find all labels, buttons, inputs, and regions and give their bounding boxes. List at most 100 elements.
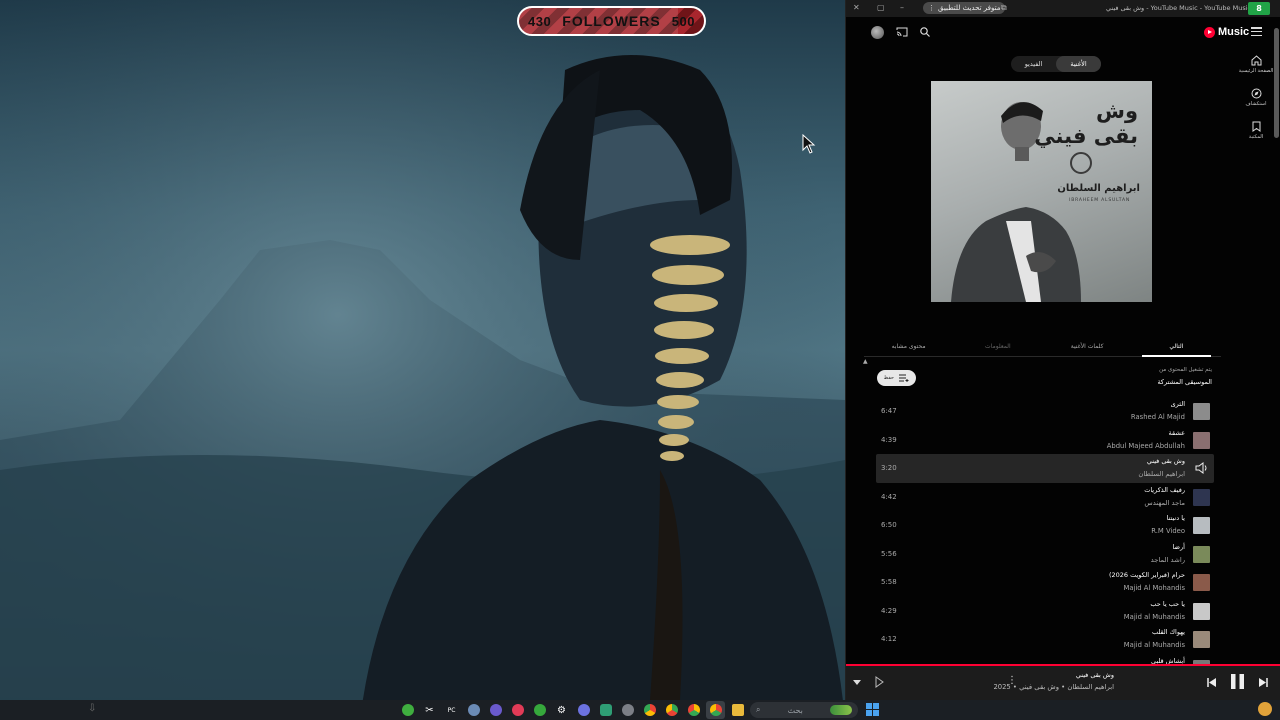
queue-row[interactable]: 4:29 يا حب يا حب Majid al Muhandis — [876, 597, 1214, 626]
tab-related[interactable]: محتوى مشابه — [864, 337, 953, 356]
side-navigation: الصفحة الرئيسية استكشاف المكتبة — [1238, 55, 1274, 154]
discord-icon[interactable] — [574, 701, 593, 719]
toggle-video[interactable]: الفيديو — [1011, 56, 1056, 72]
playlist-add-icon — [899, 374, 909, 382]
cast-icon[interactable] — [896, 26, 908, 38]
nav-library[interactable]: المكتبة — [1238, 121, 1274, 154]
tab-info[interactable]: المعلومات — [953, 337, 1042, 356]
queue-thumbnail[interactable] — [1193, 403, 1210, 420]
media-icon[interactable] — [618, 701, 637, 719]
taskbar-search-icon: ⌕ — [756, 705, 761, 714]
nav-library-label: المكتبة — [1248, 134, 1264, 140]
queue-thumbnail[interactable] — [1193, 517, 1210, 534]
maximize-window-icon[interactable]: ▢ — [877, 3, 885, 12]
queue-title: يا حب يا حب — [1150, 599, 1185, 608]
queue-title: يهواك القلب — [1151, 628, 1185, 636]
update-app-button[interactable]: ⋮ متوفر تحديث للتطبيق — [923, 2, 1006, 14]
queue-thumbnail[interactable] — [1193, 631, 1210, 648]
install-app-icon[interactable]: ⧉ — [1001, 3, 1007, 13]
xbox-app-icon[interactable] — [530, 701, 549, 719]
queue-row[interactable]: 4:12 يهواك القلب Majid al Muhandis — [876, 625, 1214, 654]
cutter-icon[interactable]: ✂ — [420, 701, 439, 719]
file-explorer-icon[interactable] — [728, 701, 747, 719]
playing-from-label: يتم تشغيل المحتوى من — [1159, 367, 1212, 373]
ytmusic-logo[interactable]: Music — [1204, 26, 1249, 38]
chrome-icon-active[interactable] — [706, 701, 725, 719]
queue-title: حرام (فبراير الكويت 2026) — [1108, 571, 1185, 579]
toggle-song[interactable]: الأغنية — [1056, 56, 1101, 72]
expand-player-icon[interactable] — [852, 677, 862, 687]
collapse-caret-icon[interactable]: ▲ — [863, 358, 868, 365]
queue-thumbnail[interactable] — [1193, 545, 1210, 563]
minimize-window-icon[interactable]: – — [900, 3, 904, 12]
taskbar-tray-icon[interactable]: ⇩ — [88, 703, 96, 714]
taskbar-search[interactable]: ⌕ بحث — [750, 702, 858, 718]
nav-home[interactable]: الصفحة الرئيسية — [1238, 55, 1274, 88]
queue-row[interactable]: 3:20 وش بقى فيني ابراهيم السلطان — [876, 454, 1214, 483]
followers-goal-bar: 430 FOLLOWERS 500 — [517, 6, 706, 36]
obs-icon[interactable] — [486, 701, 505, 719]
nav-explore[interactable]: استكشاف — [1238, 88, 1274, 121]
queue-duration: 4:29 — [881, 606, 897, 615]
now-playing-subtitle[interactable]: ابراهيم السلطان • وش بقى فيني • 2025 — [993, 683, 1114, 691]
tab-up-next[interactable]: التالي — [1132, 337, 1221, 357]
now-playing-speaker-icon — [1195, 462, 1207, 474]
record-icon[interactable] — [508, 701, 527, 719]
queue-row[interactable]: 4:39 عشقة Abdul Majeed Abdullah — [876, 426, 1214, 455]
hamburger-menu-icon[interactable] — [1251, 27, 1262, 36]
update-app-label: متوفر تحديث للتطبيق — [938, 4, 1001, 12]
queue-row[interactable]: 5:56 أرضا راشد الماجد — [876, 540, 1214, 569]
queue-artist: Majid Al Mohandis — [1123, 584, 1185, 592]
steam-icon[interactable] — [464, 701, 483, 719]
play-icon[interactable] — [875, 676, 884, 688]
windows-start-icon[interactable] — [866, 703, 879, 716]
stream-icon[interactable] — [596, 701, 615, 719]
queue-row[interactable]: 6:50 يا دنيتنا R.M Video — [876, 511, 1214, 540]
notification-app-icon[interactable] — [1258, 702, 1272, 716]
next-track-icon[interactable] — [1258, 677, 1269, 688]
queue-artist: Rashed Al Majid — [1130, 413, 1185, 421]
ytmusic-logo-icon — [1204, 26, 1215, 38]
more-dots-icon: ⋮ — [928, 4, 935, 12]
account-avatar[interactable] — [871, 26, 884, 39]
pause-icon[interactable] — [1230, 673, 1245, 690]
scrollbar-thumb[interactable] — [1274, 28, 1279, 138]
pc-icon[interactable]: PC — [442, 701, 461, 719]
page-scrollbar[interactable] — [1274, 20, 1279, 665]
home-icon — [1251, 55, 1261, 66]
queue-title: رفيف الذكريات — [1144, 485, 1185, 494]
queue-title: أرضا — [1172, 542, 1185, 551]
queue-thumbnail[interactable] — [1193, 488, 1210, 506]
extension-badge-icon[interactable]: 8 — [1248, 2, 1270, 15]
queue-thumbnail[interactable] — [1193, 602, 1210, 620]
screen: 430 FOLLOWERS 500 ✕ ▢ – ⋮ متوفر تحديث لل… — [0, 0, 1280, 720]
queue-artist: Abdul Majeed Abdullah — [1106, 441, 1185, 450]
chrome-icon-2[interactable] — [662, 701, 681, 719]
up-next-queue: 6:47 الثرى Rashed Al Majid 4:39 عشقة Abdul Ma… — [876, 397, 1214, 682]
followers-label: FOLLOWERS — [562, 13, 661, 29]
queue-row[interactable]: 5:58 حرام (فبراير الكويت 2026) Majid Al Mo… — [876, 568, 1214, 597]
chrome-icon-3[interactable] — [684, 701, 703, 719]
close-window-icon[interactable]: ✕ — [853, 3, 860, 12]
queue-tabs: التالي كلمات الأغنية المعلومات محتوى مشا… — [864, 337, 1221, 357]
tab-lyrics[interactable]: كلمات الأغنية — [1043, 337, 1132, 356]
settings-gear-icon[interactable]: ⚙ — [552, 701, 571, 719]
previous-track-icon[interactable] — [1206, 677, 1217, 688]
youtube-music-window: ✕ ▢ – ⋮ متوفر تحديث للتطبيق ⧉ وش بقى فين… — [845, 0, 1280, 700]
queue-artist: Majid al Muhandis — [1123, 641, 1185, 649]
queue-duration: 4:39 — [881, 435, 897, 444]
now-playing-title[interactable]: وش بقى فيني — [1076, 671, 1114, 679]
xbox-icon[interactable] — [398, 701, 417, 719]
search-icon[interactable] — [919, 26, 931, 38]
queue-duration: 4:12 — [881, 635, 897, 643]
queue-title: الثرى — [1170, 400, 1185, 408]
save-queue-chip[interactable]: حفظ — [877, 370, 916, 386]
song-video-toggle: الفيديو الأغنية — [1011, 56, 1101, 72]
queue-thumbnail[interactable] — [1193, 431, 1210, 449]
queue-row[interactable]: 6:47 الثرى Rashed Al Majid — [876, 397, 1214, 426]
queue-duration: 5:58 — [881, 578, 897, 586]
queue-row[interactable]: 4:42 رفيف الذكريات ماجد المهندس — [876, 483, 1214, 512]
queue-thumbnail[interactable] — [1193, 574, 1210, 591]
queue-title: عشقة — [1168, 428, 1185, 437]
chrome-icon-1[interactable] — [640, 701, 659, 719]
